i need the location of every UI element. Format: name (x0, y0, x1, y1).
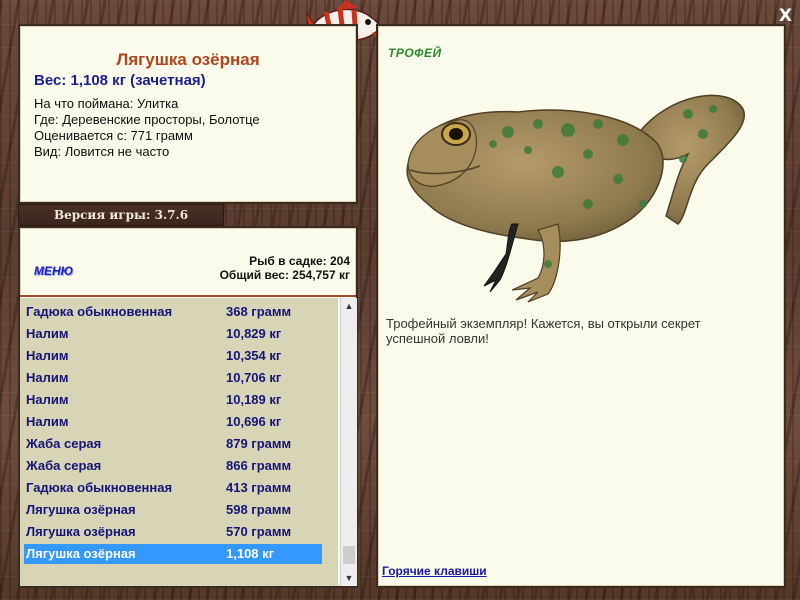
list-scrollbar[interactable]: ▲ ▼ (340, 298, 357, 586)
item-weight: 10,696 кг (226, 414, 282, 429)
item-name: Налим (26, 348, 69, 363)
fish-weight: Вес: 1,108 кг (зачетная) (34, 72, 206, 89)
list-item-selected[interactable]: Лягушка озёрная 1,108 кг (24, 544, 322, 564)
item-weight: 1,108 кг (226, 546, 275, 561)
rarity-detail: Вид: Ловится не часто (34, 144, 170, 159)
item-name: Гадюка обыкновенная (26, 304, 173, 319)
frog-image (388, 54, 758, 316)
item-name: Жаба серая (26, 436, 102, 451)
list-item[interactable]: Гадюка обыкновенная 413 грамм (24, 478, 322, 498)
item-weight: 866 грамм (226, 458, 292, 473)
item-name: Налим (26, 392, 69, 407)
catch-stats: Рыб в садке: 204 Общий вес: 254,757 кг (220, 254, 350, 282)
fish-count: Рыб в садке: 204 (249, 254, 350, 268)
item-name: Лягушка озёрная (26, 546, 136, 561)
list-item[interactable]: Жаба серая 866 грамм (24, 456, 322, 476)
game-version: Версия игры: 3.7.6 (18, 204, 224, 226)
rating-detail: Оценивается с: 771 грамм (34, 128, 193, 143)
item-weight: 570 грамм (226, 524, 292, 539)
item-weight: 10,354 кг (226, 348, 282, 363)
scroll-down-arrow-icon[interactable]: ▼ (341, 570, 357, 586)
scroll-up-arrow-icon[interactable]: ▲ (341, 298, 357, 314)
hotkeys-link[interactable]: Горячие клавиши (382, 564, 487, 578)
item-weight: 368 грамм (226, 304, 292, 319)
list-item[interactable]: Налим 10,829 кг (24, 324, 322, 344)
item-name: Гадюка обыкновенная (26, 480, 173, 495)
item-weight: 10,189 кг (226, 392, 282, 407)
item-name: Налим (26, 326, 69, 341)
trophy-panel: ТРОФЕЙ Трофейный экземпляр! Кажется, вы … (376, 24, 786, 588)
item-weight: 413 грамм (226, 480, 292, 495)
fish-info-panel: Лягушка озёрная Вес: 1,108 кг (зачетная)… (18, 24, 358, 204)
catch-list[interactable]: Гадюка обыкновенная 368 грамм Налим 10,829… (20, 298, 338, 586)
item-name: Налим (26, 414, 69, 429)
trophy-description: Трофейный экземпляр! Кажется, вы открыли… (386, 316, 701, 346)
fish-name-title: Лягушка озёрная (116, 50, 260, 69)
catch-list-panel: МЕНЮ Рыб в садке: 204 Общий вес: 254,757… (18, 226, 358, 588)
item-weight: 598 грамм (226, 502, 292, 517)
divider (20, 295, 356, 297)
list-item[interactable]: Лягушка озёрная 570 грамм (24, 522, 322, 542)
item-weight: 10,829 кг (226, 326, 282, 341)
list-item[interactable]: Налим 10,706 кг (24, 368, 322, 388)
list-item[interactable]: Жаба серая 879 грамм (24, 434, 322, 454)
menu-button[interactable]: МЕНЮ (34, 264, 73, 278)
item-name: Налим (26, 370, 69, 385)
list-item[interactable]: Налим 10,354 кг (24, 346, 322, 366)
list-item[interactable]: Гадюка обыкновенная 368 грамм (24, 302, 322, 322)
close-button[interactable]: X (779, 6, 792, 26)
item-weight: 879 грамм (226, 436, 292, 451)
item-weight: 10,706 кг (226, 370, 282, 385)
location-detail: Где: Деревенские просторы, Болотце (34, 112, 260, 127)
scrollbar-thumb[interactable] (343, 546, 355, 564)
item-name: Лягушка озёрная (26, 524, 136, 539)
list-item[interactable]: Налим 10,696 кг (24, 412, 322, 432)
item-name: Лягушка озёрная (26, 502, 136, 517)
list-item[interactable]: Лягушка озёрная 598 грамм (24, 500, 322, 520)
item-name: Жаба серая (26, 458, 102, 473)
bait-detail: На что поймана: Улитка (34, 96, 179, 111)
list-item[interactable]: Налим 10,189 кг (24, 390, 322, 410)
total-weight: Общий вес: 254,757 кг (219, 268, 350, 282)
